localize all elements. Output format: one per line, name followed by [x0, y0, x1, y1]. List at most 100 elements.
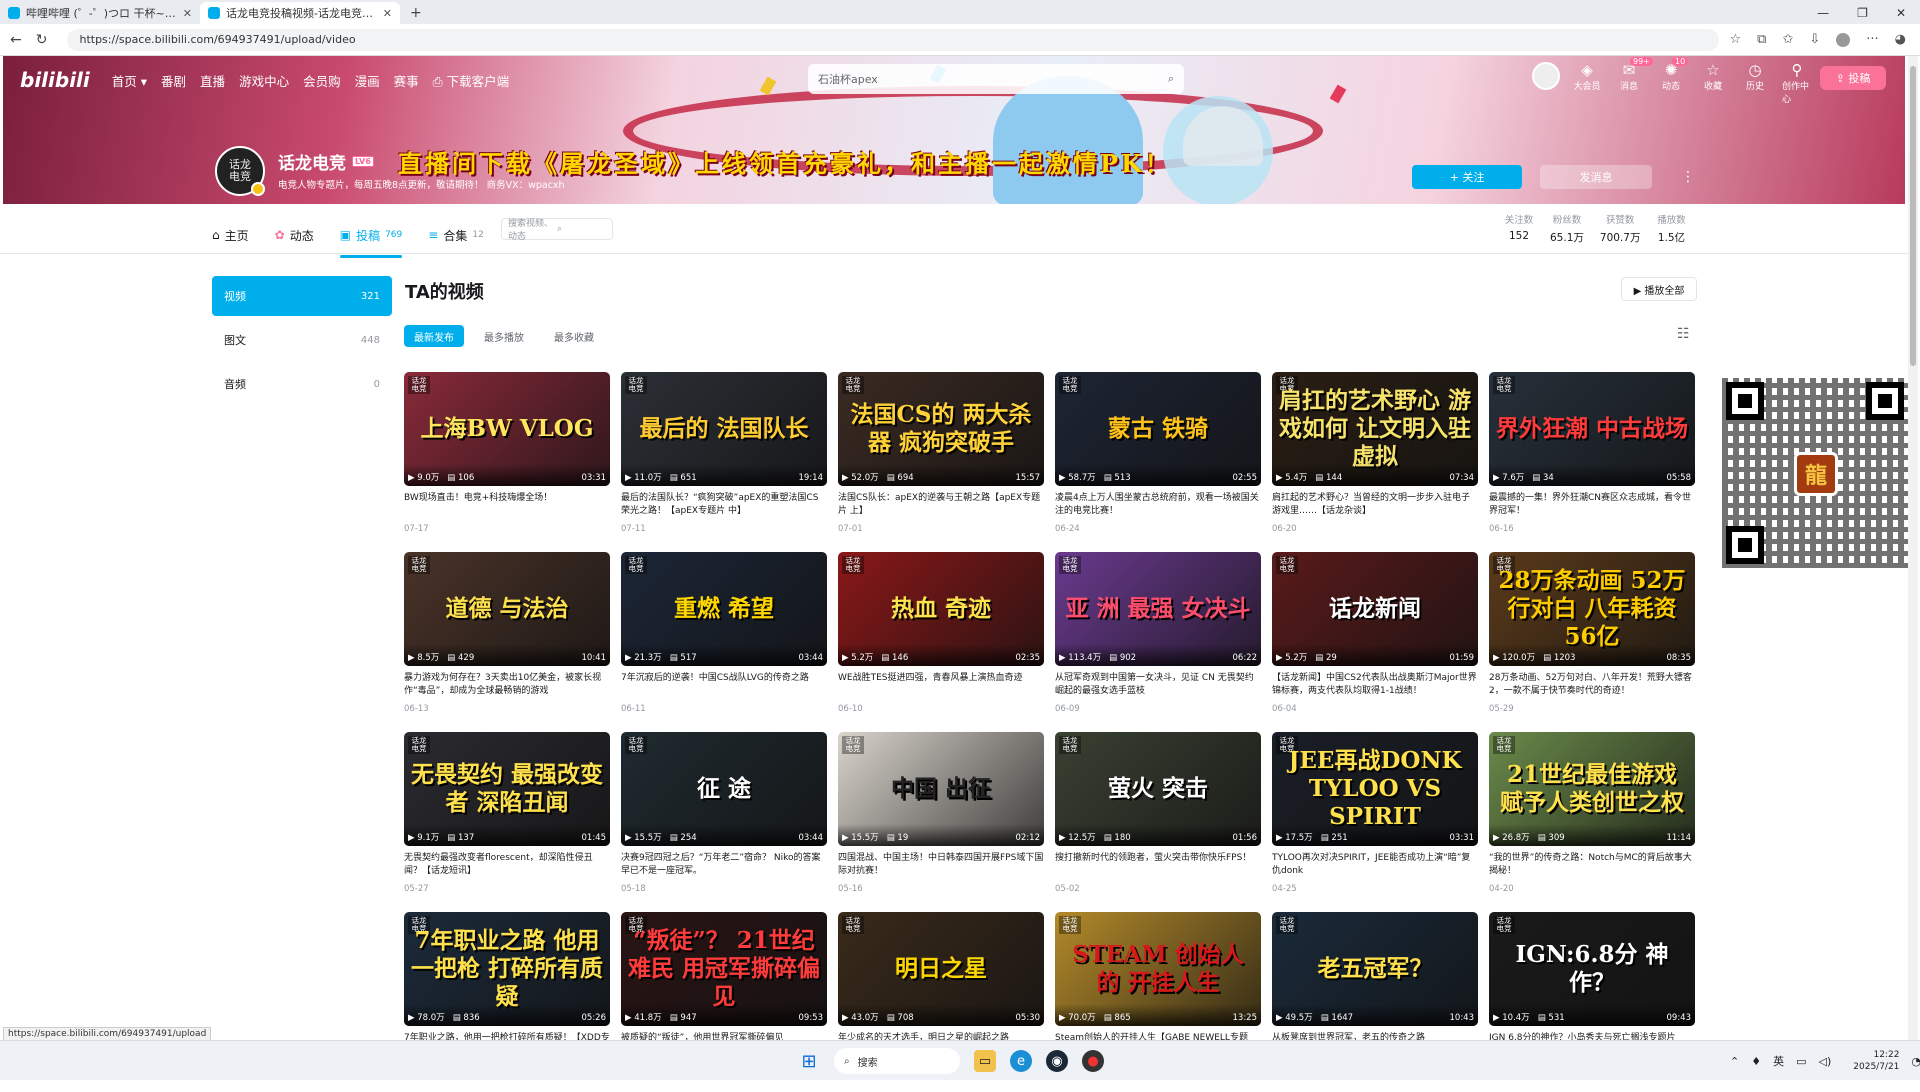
collections-icon[interactable]: ✩ [1782, 32, 1793, 47]
tab-uploads[interactable]: ▣ 投稿 769 [339, 218, 402, 258]
video-title[interactable]: BW现场直击！电竞+科技嗨爆全场！ [404, 492, 610, 518]
video-card[interactable]: 话龙电竞 亚 洲 最强 女决斗 ▶ 113.4万 ▤ 902 06:22 从冠军… [1055, 552, 1261, 732]
nav-creator-center[interactable]: ⚲ 创作中心 [1782, 62, 1812, 106]
video-thumbnail[interactable]: 话龙电竞 “叛徒”？ 21世纪难民 用冠军撕碎偏见 ▶ 41.8万 ▤ 947 … [621, 912, 827, 1026]
video-card[interactable]: 话龙电竞 重燃 希望 ▶ 21.3万 ▤ 517 03:44 7年沉寂后的逆袭！… [621, 552, 827, 732]
video-thumbnail[interactable]: 话龙电竞 明日之星 ▶ 43.0万 ▤ 708 05:30 [838, 912, 1044, 1026]
video-title[interactable]: 28万条动画、52万句对白、八年开发！荒野大镖客2，一款不属于快节奏时代的奇迹！ [1489, 672, 1695, 698]
space-search-input[interactable]: 搜索视频、动态 ⌕ [501, 218, 613, 242]
video-thumbnail[interactable]: 话龙电竞 28万条动画 52万行对白 八年耗资56亿 ▶ 120.0万 ▤ 12… [1489, 552, 1695, 666]
file-explorer-icon[interactable]: ▭ [974, 1050, 996, 1072]
video-thumbnail[interactable]: 话龙电竞 老五冠军？ ▶ 49.5万 ▤ 1647 10:43 [1272, 912, 1478, 1026]
video-title[interactable]: 四国混战、中国主场！中日韩泰四国开展FPS域下国际对抗赛！ [838, 852, 1044, 878]
video-card[interactable]: 话龙电竞 萤火 突击 ▶ 12.5万 ▤ 180 01:56 搜打撤新时代的领跑… [1055, 732, 1261, 912]
video-card[interactable]: 话龙电竞 蒙古 铁骑 ▶ 58.7万 ▤ 513 02:55 凌晨4点上万人围坐… [1055, 372, 1261, 552]
browser-tab-2[interactable]: 话龙电竞投稿视频-话龙电竞视频 ✕ [200, 2, 400, 24]
video-title[interactable]: 凌晨4点上万人围坐蒙古总统府前，观看一场被国关注的电竞比赛！ [1055, 492, 1261, 518]
minimize-icon[interactable]: — [1817, 6, 1829, 20]
nav-dynamic[interactable]: 10 ✺ 动态 [1656, 57, 1689, 92]
favorite-star-icon[interactable]: ☆ [1729, 32, 1741, 47]
video-thumbnail[interactable]: 话龙电竞 重燃 希望 ▶ 21.3万 ▤ 517 03:44 [621, 552, 827, 666]
stat-following[interactable]: 关注数 152 [1504, 212, 1534, 245]
video-title[interactable]: 7年沉寂后的逆袭！中国CS战队LVG的传奇之路 [621, 672, 827, 698]
volume-icon[interactable]: ◁) [1819, 1055, 1832, 1068]
video-card[interactable]: 话龙电竞 JEE再战DONK TYLOO VS SPIRIT ▶ 17.5万 ▤… [1272, 732, 1478, 912]
send-message-button[interactable]: 发消息 [1540, 165, 1652, 189]
video-title[interactable]: 搜打撤新时代的领跑者，萤火突击带你快乐FPS！ [1055, 852, 1261, 878]
close-tab-icon[interactable]: ✕ [183, 7, 192, 20]
avatar[interactable] [1532, 62, 1560, 90]
url-input[interactable]: https://space.bilibili.com/694937491/upl… [67, 28, 1720, 51]
video-card[interactable]: 话龙电竞 21世纪最佳游戏 赋予人类创世之权 ▶ 26.8万 ▤ 309 11:… [1489, 732, 1695, 912]
video-thumbnail[interactable]: 话龙电竞 萤火 突击 ▶ 12.5万 ▤ 180 01:56 [1055, 732, 1261, 846]
nav-history[interactable]: ◷ 历史 [1740, 62, 1770, 93]
video-thumbnail[interactable]: 话龙电竞 最后的 法国队长 ▶ 11.0万 ▤ 651 19:14 [621, 372, 827, 486]
taskbar-search[interactable]: ⌕ 搜索 [834, 1048, 960, 1074]
scrollbar-thumb[interactable] [1910, 66, 1916, 366]
video-card[interactable]: 话龙电竞 肩扛的艺术野心 游戏如何 让文明入驻虚拟 ▶ 5.4万 ▤ 144 0… [1272, 372, 1478, 552]
stat-fans[interactable]: 粉丝数 65.1万 [1550, 212, 1584, 245]
video-card[interactable]: 话龙电竞 界外狂潮 中古战场 ▶ 7.6万 ▤ 34 05:58 最震撼的一集！… [1489, 372, 1695, 552]
tray-chevron-icon[interactable]: ⌃ [1730, 1055, 1739, 1068]
steam-icon[interactable]: ◉ [1046, 1050, 1068, 1072]
back-icon[interactable]: ← [10, 32, 22, 48]
video-thumbnail[interactable]: 话龙电竞 JEE再战DONK TYLOO VS SPIRIT ▶ 17.5万 ▤… [1272, 732, 1478, 846]
video-title[interactable]: 肩扛起的艺术野心？当曾经的文明一步步入驻电子游戏里……【话龙杂谈】 [1272, 492, 1478, 518]
video-card[interactable]: 话龙电竞 无畏契约 最强改变者 深陷丑闻 ▶ 9.1万 ▤ 137 01:45 … [404, 732, 610, 912]
video-title[interactable]: 法国CS队长：apEX的逆袭与王朝之路【apEX专题片 上】 [838, 492, 1044, 518]
profile-avatar[interactable] [1836, 32, 1851, 47]
video-thumbnail[interactable]: 话龙电竞 道德 与法治 ▶ 8.5万 ▤ 429 10:41 [404, 552, 610, 666]
video-thumbnail[interactable]: 话龙电竞 界外狂潮 中古战场 ▶ 7.6万 ▤ 34 05:58 [1489, 372, 1695, 486]
video-title[interactable]: WE战胜TES挺进四强，青春风暴上演热血奇迹 [838, 672, 1044, 698]
nav-bangumi[interactable]: 番剧 [161, 71, 186, 90]
video-card[interactable]: 话龙电竞 热血 奇迹 ▶ 5.2万 ▤ 146 02:35 WE战胜TES挺进四… [838, 552, 1044, 732]
view-toggle-icon[interactable]: ☷ [1677, 326, 1690, 342]
video-card[interactable]: 话龙电竞 中国 出征 ▶ 15.5万 ▤ 19 02:12 四国混战、中国主场！… [838, 732, 1044, 912]
nav-mall[interactable]: 会员购 [303, 71, 341, 90]
video-thumbnail[interactable]: 话龙电竞 21世纪最佳游戏 赋予人类创世之权 ▶ 26.8万 ▤ 309 11:… [1489, 732, 1695, 846]
browser-tab-1[interactable]: 哔哩哔哩 (゜-゜)つロ 干杯~-bilibili ✕ [0, 2, 200, 24]
video-thumbnail[interactable]: 话龙电竞 肩扛的艺术野心 游戏如何 让文明入驻虚拟 ▶ 5.4万 ▤ 144 0… [1272, 372, 1478, 486]
copilot-icon[interactable]: ◕ [1895, 32, 1906, 47]
user-avatar[interactable]: 话龙 电竞 [215, 146, 265, 196]
more-options-icon[interactable]: ⋮ [1676, 165, 1700, 189]
video-thumbnail[interactable]: 话龙电竞 IGN:6.8分 神作？ ▶ 10.4万 ▤ 531 09:43 [1489, 912, 1695, 1026]
video-title[interactable]: 从冠军奇观到中国第一女决斗，见证 CN 无畏契约崛起的最强女选手蓝枝 [1055, 672, 1261, 698]
video-title[interactable]: 最后的法国队长？“疯狗突破”apEX的重塑法国CS荣光之路！【apEX专题片 中… [621, 492, 827, 518]
tab-home[interactable]: ⌂ 主页 [212, 218, 249, 252]
sidebar-item-video[interactable]: 视频 321 [212, 276, 392, 316]
sidebar-item-article[interactable]: 图文 448 [212, 320, 392, 360]
nav-messages[interactable]: 99+ ✉ 消息 [1614, 57, 1653, 92]
video-thumbnail[interactable]: 话龙电竞 7年职业之路 他用一把枪 打碎所有质疑 ▶ 78.0万 ▤ 836 0… [404, 912, 610, 1026]
video-thumbnail[interactable]: 话龙电竞 蒙古 铁骑 ▶ 58.7万 ▤ 513 02:55 [1055, 372, 1261, 486]
video-title[interactable]: “我的世界”的传奇之路：Notch与MC的背后故事大揭秘！ [1489, 852, 1695, 878]
video-thumbnail[interactable]: 话龙电竞 热血 奇迹 ▶ 5.2万 ▤ 146 02:35 [838, 552, 1044, 666]
video-thumbnail[interactable]: 话龙电竞 话龙新闻 ▶ 5.2万 ▤ 29 01:59 [1272, 552, 1478, 666]
clock[interactable]: 12:22 2025/7/21 [1853, 1049, 1899, 1073]
menu-dots-icon[interactable]: ··· [1866, 32, 1878, 47]
network-icon[interactable]: ▭ [1796, 1055, 1806, 1068]
downloads-icon[interactable]: ⇩ [1809, 32, 1820, 47]
windows-start-icon[interactable]: ⊞ [798, 1050, 820, 1072]
video-title[interactable]: TYLOO再次对决SPIRIT，JEE能否成功上演“暗”复仇donk [1272, 852, 1478, 878]
input-language[interactable]: 英 [1773, 1053, 1784, 1069]
search-input[interactable]: 石油杯apex ⌕ [808, 64, 1184, 94]
video-thumbnail[interactable]: 话龙电竞 无畏契约 最强改变者 深陷丑闻 ▶ 9.1万 ▤ 137 01:45 [404, 732, 610, 846]
edge-icon[interactable]: e [1010, 1050, 1032, 1072]
video-card[interactable]: 话龙电竞 征 途 ▶ 15.5万 ▤ 254 03:44 决赛9冠四冠之后？“万… [621, 732, 827, 912]
video-thumbnail[interactable]: 话龙电竞 亚 洲 最强 女决斗 ▶ 113.4万 ▤ 902 06:22 [1055, 552, 1261, 666]
video-thumbnail[interactable]: 话龙电竞 征 途 ▶ 15.5万 ▤ 254 03:44 [621, 732, 827, 846]
video-card[interactable]: 话龙电竞 最后的 法国队长 ▶ 11.0万 ▤ 651 19:14 最后的法国队… [621, 372, 827, 552]
video-title[interactable]: 最震撼的一集！界外狂潮CN赛区众志成城，看令世界冠军！ [1489, 492, 1695, 518]
extensions-icon[interactable]: ⧉ [1757, 32, 1766, 47]
tab-collections[interactable]: ≡ 合集 12 [428, 218, 484, 252]
bilibili-logo[interactable]: bilibili [20, 68, 90, 92]
search-icon[interactable]: ⌕ [1168, 72, 1174, 86]
nav-live[interactable]: 直播 [200, 71, 225, 90]
upload-button[interactable]: ⇪ 投稿 [1820, 66, 1886, 90]
video-thumbnail[interactable]: 话龙电竞 中国 出征 ▶ 15.5万 ▤ 19 02:12 [838, 732, 1044, 846]
notification-icon[interactable]: ◔ [1911, 1055, 1920, 1068]
video-card[interactable]: 话龙电竞 话龙新闻 ▶ 5.2万 ▤ 29 01:59 【话龙新闻】中国CS2代… [1272, 552, 1478, 732]
video-card[interactable]: 话龙电竞 上海BW VLOG ▶ 9.0万 ▤ 106 03:31 BW现场直击… [404, 372, 610, 552]
video-card[interactable]: 话龙电竞 道德 与法治 ▶ 8.5万 ▤ 429 10:41 暴力游戏为何存在？… [404, 552, 610, 732]
